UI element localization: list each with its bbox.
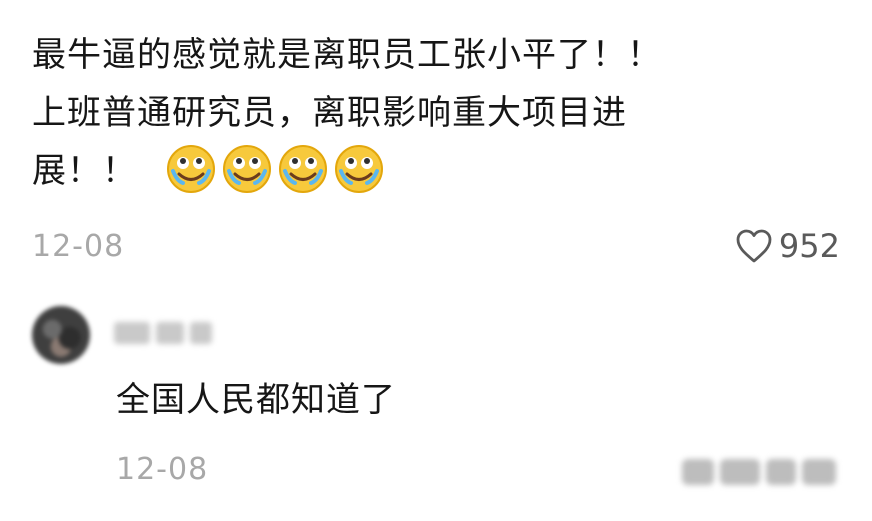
like-button[interactable]: 952	[735, 227, 840, 265]
comment-line-3: 展！！	[32, 142, 842, 200]
crying-laughing-face-icon	[278, 144, 327, 193]
username-blurred[interactable]	[114, 322, 224, 348]
reply-text: 全国人民都知道了	[116, 380, 396, 420]
comment-date: 12-08	[32, 228, 125, 264]
like-count: 952	[778, 227, 840, 265]
avatar[interactable]	[32, 306, 90, 364]
comment-line-2: 上班普通研究员，离职影响重大项目进	[32, 93, 627, 133]
comment-meta-row: 12-08 952	[32, 226, 840, 266]
blurred-like-area	[682, 450, 852, 494]
reply-date: 12-08	[116, 452, 209, 487]
reply-comment: 全国人民都知道了 12-08	[32, 300, 842, 515]
heart-icon[interactable]	[735, 228, 773, 264]
main-comment: 最牛逼的感觉就是离职员工张小平了！！ 上班普通研究员，离职影响重大项目进 展！！	[32, 26, 842, 200]
comment-line-3-text: 展！！	[32, 151, 137, 191]
crying-laughing-face-icon	[222, 144, 271, 193]
crying-laughing-face-icon	[334, 144, 383, 193]
emoji-row	[165, 143, 385, 195]
crying-laughing-face-icon	[166, 144, 215, 193]
comment-line-1: 最牛逼的感觉就是离职员工张小平了！！	[32, 35, 662, 75]
